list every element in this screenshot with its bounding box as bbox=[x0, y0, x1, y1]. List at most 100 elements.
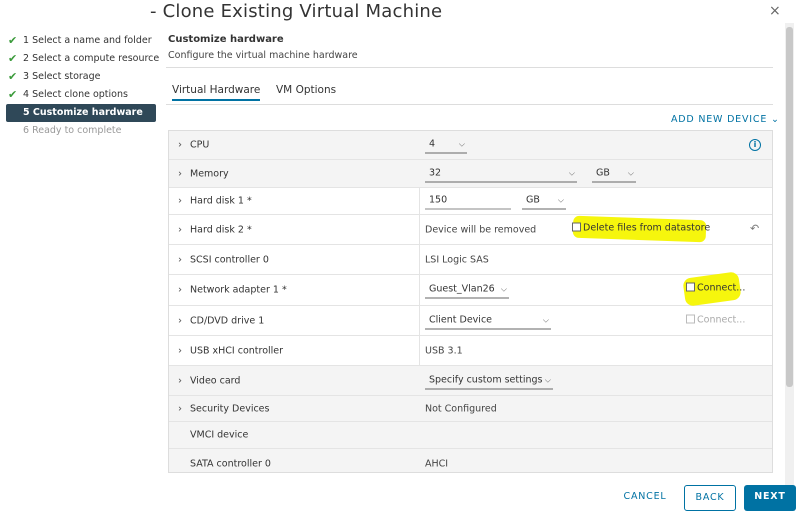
row-video-card[interactable]: › Video card Specify custom settings ⌵ bbox=[169, 366, 772, 396]
row-cpu[interactable]: › CPU 4 ⌵ bbox=[169, 131, 772, 160]
network-value: Guest_Vlan26 bbox=[429, 283, 495, 295]
network-connect-label: Connect... bbox=[697, 282, 746, 294]
chevron-right-icon[interactable]: › bbox=[178, 196, 182, 207]
cd-dvd-label: CD/DVD drive 1 bbox=[190, 315, 265, 326]
hard-disk-1-size-input[interactable]: 150 bbox=[425, 193, 511, 210]
step-label: 5 Customize hardware bbox=[23, 107, 143, 118]
info-icon[interactable]: i bbox=[749, 139, 761, 151]
chevron-down-icon: ⌵ bbox=[557, 195, 564, 205]
security-label: Security Devices bbox=[190, 403, 270, 414]
chevron-right-icon[interactable]: › bbox=[178, 403, 182, 414]
network-connect-checkbox[interactable]: Connect... bbox=[686, 282, 746, 294]
usb-label: USB xHCI controller bbox=[190, 345, 284, 356]
video-value: Specify custom settings bbox=[429, 374, 543, 385]
memory-label: Memory bbox=[190, 168, 229, 179]
hard-disk-1-unit: GB bbox=[526, 194, 540, 206]
row-sata-controller: SATA controller 0 AHCI bbox=[169, 449, 772, 472]
hard-disk-2-label: Hard disk 2 * bbox=[190, 224, 252, 235]
chevron-right-icon[interactable]: › bbox=[178, 315, 182, 326]
cd-dvd-connect-label: Connect... bbox=[697, 314, 746, 326]
cd-dvd-select[interactable]: Client Device ⌵ bbox=[425, 312, 551, 329]
cancel-button[interactable]: CANCEL bbox=[616, 485, 674, 511]
add-new-device-button[interactable]: ADD NEW DEVICE ⌄ bbox=[671, 114, 780, 125]
cd-dvd-value: Client Device bbox=[429, 314, 493, 325]
chevron-right-icon[interactable]: › bbox=[178, 375, 182, 386]
step-label: 2 Select a compute resource bbox=[23, 53, 160, 64]
row-memory[interactable]: › Memory 32 ⌵ GB ⌵ bbox=[169, 160, 772, 188]
delete-files-label: Delete files from datastore bbox=[583, 222, 711, 234]
tab-virtual-hardware[interactable]: Virtual Hardware bbox=[172, 84, 261, 101]
undo-icon[interactable]: ↶ bbox=[750, 222, 759, 235]
step-label: 1 Select a name and folder bbox=[23, 35, 152, 46]
check-icon: ✔ bbox=[8, 34, 18, 47]
security-value: Not Configured bbox=[425, 403, 497, 414]
vertical-scrollbar[interactable] bbox=[785, 23, 794, 501]
chevron-down-icon: ⌵ bbox=[500, 284, 507, 294]
scsi-value: LSI Logic SAS bbox=[425, 254, 489, 265]
step-clone-options[interactable]: ✔ 4 Select clone options bbox=[6, 86, 156, 104]
dialog-title: - Clone Existing Virtual Machine bbox=[150, 1, 443, 22]
add-device-label: ADD NEW DEVICE bbox=[671, 114, 768, 125]
checkbox-icon bbox=[686, 314, 695, 324]
step-storage[interactable]: ✔ 3 Select storage bbox=[6, 68, 156, 86]
chevron-down-icon: ⌵ bbox=[458, 139, 465, 149]
page-subtitle: Configure the virtual machine hardware bbox=[168, 50, 358, 61]
chevron-down-icon: ⌵ bbox=[568, 168, 575, 177]
hard-disk-1-label: Hard disk 1 * bbox=[190, 195, 252, 207]
cpu-select[interactable]: 4 ⌵ bbox=[425, 137, 467, 154]
chevron-right-icon[interactable]: › bbox=[178, 168, 182, 179]
hardware-table: › CPU 4 ⌵ › Memory 32 ⌵ GB ⌵ › Hard disk 1 … bbox=[168, 130, 773, 473]
cd-dvd-connect-checkbox: Connect... bbox=[686, 314, 746, 326]
memory-select[interactable]: 32 ⌵ bbox=[425, 165, 577, 182]
chevron-down-icon: ⌵ bbox=[542, 315, 549, 324]
video-label: Video card bbox=[190, 375, 241, 386]
step-label: 4 Select clone options bbox=[23, 89, 128, 100]
chevron-right-icon[interactable]: › bbox=[178, 285, 182, 296]
row-hard-disk-1[interactable]: › Hard disk 1 * 150 GB ⌵ bbox=[169, 188, 772, 215]
step-customize-hardware[interactable]: 5 Customize hardware bbox=[6, 104, 156, 122]
close-icon[interactable]: × bbox=[769, 3, 781, 19]
back-button[interactable]: BACK bbox=[684, 485, 736, 511]
usb-value: USB 3.1 bbox=[425, 345, 463, 356]
chevron-right-icon[interactable]: › bbox=[178, 140, 182, 151]
memory-unit-select[interactable]: GB ⌵ bbox=[592, 165, 636, 182]
step-label: 3 Select storage bbox=[23, 71, 101, 82]
row-usb-controller[interactable]: › USB xHCI controller USB 3.1 bbox=[169, 336, 772, 366]
memory-unit: GB bbox=[596, 167, 610, 178]
row-security-devices[interactable]: › Security Devices Not Configured bbox=[169, 396, 772, 422]
row-cd-dvd-drive[interactable]: › CD/DVD drive 1 Client Device ⌵ bbox=[169, 306, 772, 336]
tab-vm-options[interactable]: VM Options bbox=[276, 84, 336, 96]
step-label: 6 Ready to complete bbox=[23, 125, 122, 136]
tabs-divider bbox=[166, 104, 773, 105]
chevron-right-icon[interactable]: › bbox=[178, 345, 182, 356]
network-select[interactable]: Guest_Vlan26 ⌵ bbox=[425, 282, 509, 299]
step-compute-resource[interactable]: ✔ 2 Select a compute resource bbox=[6, 50, 160, 68]
video-select[interactable]: Specify custom settings ⌵ bbox=[425, 372, 553, 389]
cpu-value: 4 bbox=[429, 138, 436, 150]
memory-value: 32 bbox=[429, 167, 442, 178]
network-label: Network adapter 1 * bbox=[190, 284, 287, 296]
check-icon: ✔ bbox=[8, 88, 18, 101]
header-divider bbox=[166, 67, 773, 68]
chevron-down-icon: ⌵ bbox=[627, 168, 634, 177]
row-vmci-device: VMCI device bbox=[169, 422, 772, 449]
chevron-right-icon[interactable]: › bbox=[178, 254, 182, 265]
scrollbar-thumb[interactable] bbox=[786, 27, 793, 387]
chevron-right-icon[interactable]: › bbox=[178, 224, 182, 235]
wizard-steps: ✔ 1 Select a name and folder ✔ 2 Select a … bbox=[6, 32, 160, 140]
chevron-down-icon: ⌵ bbox=[544, 375, 551, 384]
next-button[interactable]: NEXT bbox=[744, 485, 796, 511]
checkbox-icon bbox=[686, 282, 695, 292]
delete-files-checkbox[interactable]: Delete files from datastore bbox=[572, 222, 711, 234]
step-select-name[interactable]: ✔ 1 Select a name and folder bbox=[6, 32, 156, 50]
cpu-label: CPU bbox=[190, 139, 210, 151]
hard-disk-1-unit-select[interactable]: GB ⌵ bbox=[522, 193, 566, 210]
sata-value: AHCI bbox=[425, 458, 449, 469]
chevron-down-icon: ⌄ bbox=[770, 114, 780, 125]
check-icon: ✔ bbox=[8, 52, 18, 65]
hard-disk-2-status: Device will be removed bbox=[425, 224, 537, 235]
row-scsi-controller[interactable]: › SCSI controller 0 LSI Logic SAS bbox=[169, 245, 772, 275]
row-network-adapter[interactable]: › Network adapter 1 * Guest_Vlan26 ⌵ bbox=[169, 275, 772, 306]
sata-label: SATA controller 0 bbox=[190, 458, 271, 469]
page-title: Customize hardware bbox=[168, 34, 284, 45]
